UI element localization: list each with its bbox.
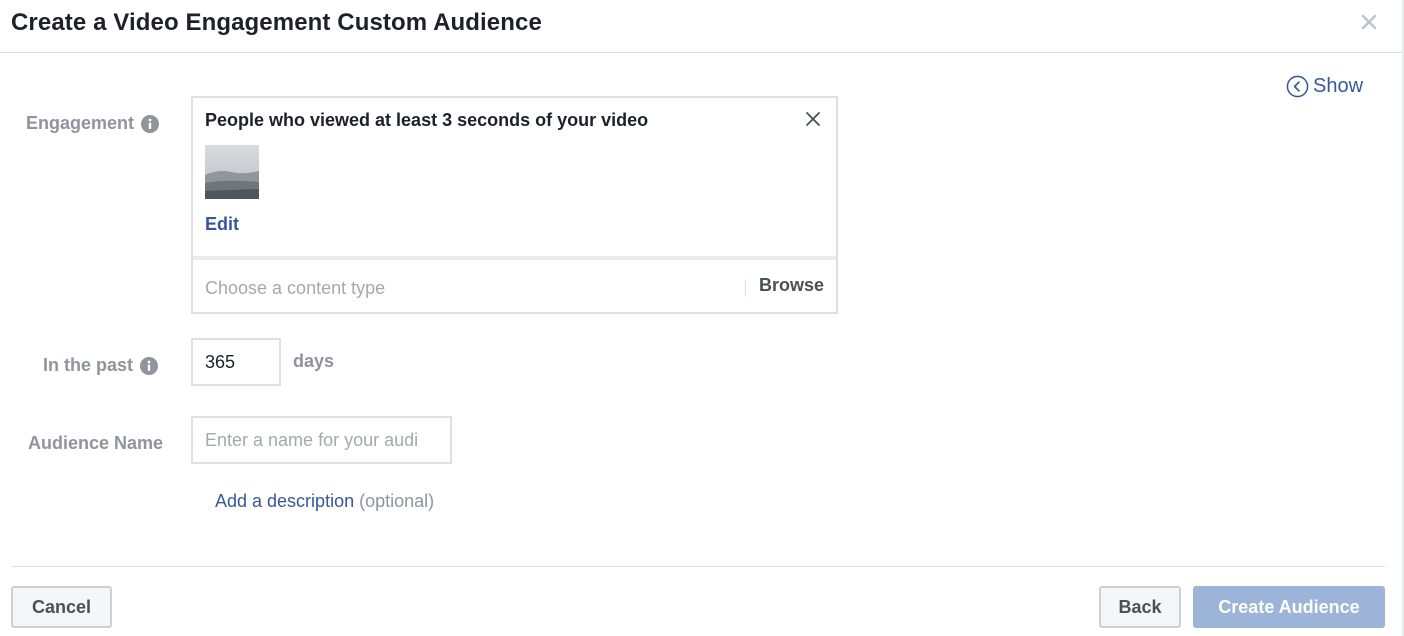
video-thumbnail[interactable] [205,145,259,199]
audience-name-label: Audience Name [28,433,164,453]
dialog-title: Create a Video Engagement Custom Audienc… [11,9,542,36]
browse-button[interactable]: Browse [759,275,824,296]
chevron-left-circle-icon [1286,75,1309,97]
past-label: In the past [43,355,134,375]
content-type-picker: Browse [193,264,836,312]
past-label-row: In the past [43,355,159,376]
info-icon[interactable] [141,114,160,133]
engagement-label-row: Engagement [26,113,160,134]
add-description-row: Add a description (optional) [215,491,434,512]
selected-engagement: People who viewed at least 3 seconds of … [193,98,836,260]
cancel-button[interactable]: Cancel [11,586,112,628]
dialog-header: Create a Video Engagement Custom Audienc… [0,0,1402,53]
engagement-box: People who viewed at least 3 seconds of … [191,96,838,314]
show-label: Show [1313,74,1364,97]
days-input[interactable] [191,338,281,386]
edit-engagement-link[interactable]: Edit [205,214,239,235]
engagement-label: Engagement [26,113,135,133]
back-button[interactable]: Back [1099,586,1181,628]
audience-name-input[interactable] [191,416,452,464]
create-audience-button[interactable]: Create Audience [1193,586,1385,628]
footer-divider [11,566,1385,567]
content-type-input[interactable] [205,274,725,302]
show-panel-link[interactable]: Show [1286,73,1363,99]
create-audience-dialog: Create a Video Engagement Custom Audienc… [0,0,1404,636]
optional-label: (optional) [359,491,435,511]
remove-engagement-icon[interactable] [804,110,822,128]
engagement-headline: People who viewed at least 3 seconds of … [205,110,649,130]
close-icon[interactable] [1356,9,1382,35]
add-description-link[interactable]: Add a description [215,491,354,511]
days-unit-label: days [293,351,335,371]
info-icon[interactable] [140,356,159,375]
browse-divider [745,279,746,297]
